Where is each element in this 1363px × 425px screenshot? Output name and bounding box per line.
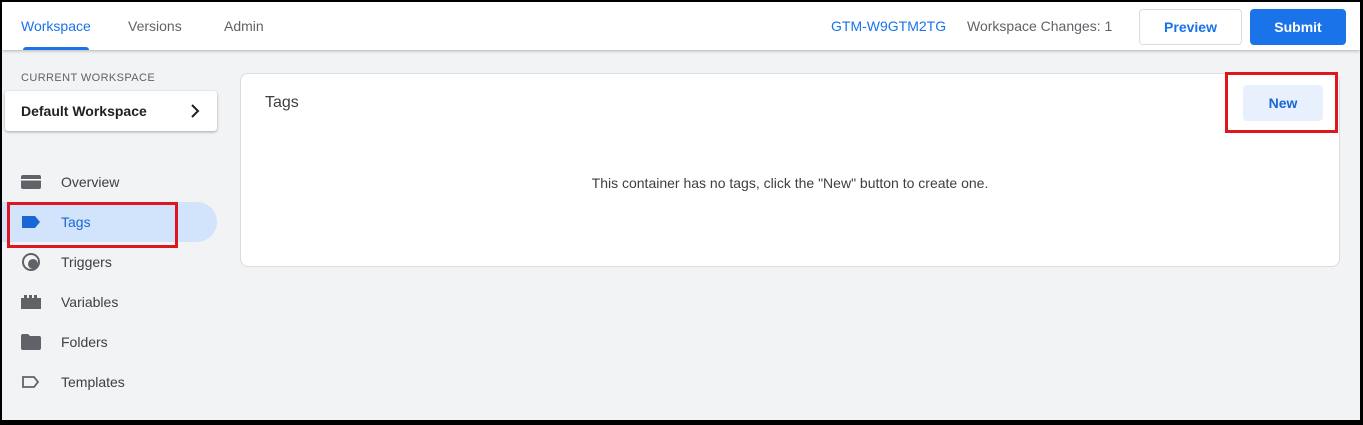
tab-admin-label: Admin bbox=[224, 18, 264, 34]
new-tag-button[interactable]: New bbox=[1243, 85, 1323, 121]
overview-icon bbox=[21, 173, 41, 191]
gtm-window: Workspace Versions Admin GTM-W9GTM2TG Wo… bbox=[2, 2, 1360, 420]
sidebar-item-label: Variables bbox=[61, 294, 119, 310]
submit-button[interactable]: Submit bbox=[1250, 9, 1346, 45]
tab-workspace-label: Workspace bbox=[21, 18, 91, 34]
sidebar-item-overview[interactable]: Overview bbox=[2, 162, 217, 202]
tab-workspace[interactable]: Workspace bbox=[21, 2, 91, 50]
current-workspace-label: CURRENT WORKSPACE bbox=[21, 72, 156, 84]
sidebar-item-label: Templates bbox=[61, 374, 125, 390]
preview-button[interactable]: Preview bbox=[1139, 9, 1242, 45]
top-bar: Workspace Versions Admin GTM-W9GTM2TG Wo… bbox=[2, 2, 1360, 50]
container-id-link[interactable]: GTM-W9GTM2TG bbox=[831, 2, 946, 50]
sidebar-item-label: Tags bbox=[61, 214, 91, 230]
chevron-right-icon bbox=[191, 104, 200, 118]
active-tab-indicator bbox=[23, 47, 89, 50]
tab-versions-label: Versions bbox=[128, 18, 182, 34]
workspace-name: Default Workspace bbox=[21, 103, 147, 119]
sidebar-item-triggers[interactable]: Triggers bbox=[2, 242, 217, 282]
tab-versions[interactable]: Versions bbox=[128, 2, 182, 50]
template-icon bbox=[21, 373, 41, 391]
workspace-changes-count: Workspace Changes: 1 bbox=[967, 18, 1113, 34]
tab-admin[interactable]: Admin bbox=[224, 2, 264, 50]
variables-icon bbox=[21, 293, 41, 311]
sidebar-item-tags[interactable]: Tags bbox=[2, 202, 217, 242]
sidebar-item-label: Folders bbox=[61, 334, 108, 350]
sidebar-item-templates[interactable]: Templates bbox=[2, 362, 217, 402]
sidebar-item-label: Overview bbox=[61, 174, 120, 190]
workspace-selector[interactable]: Default Workspace bbox=[5, 91, 217, 131]
folder-icon bbox=[21, 333, 41, 351]
trigger-icon bbox=[21, 253, 41, 271]
sidebar-item-folders[interactable]: Folders bbox=[2, 322, 217, 362]
empty-state-message: This container has no tags, click the "N… bbox=[591, 175, 989, 191]
sidebar-item-label: Triggers bbox=[61, 254, 112, 270]
sidebar-item-variables[interactable]: Variables bbox=[2, 282, 217, 322]
page-title: Tags bbox=[265, 94, 299, 111]
tags-panel: Tags New This container has no tags, cli… bbox=[240, 73, 1340, 267]
tag-icon bbox=[21, 213, 41, 231]
